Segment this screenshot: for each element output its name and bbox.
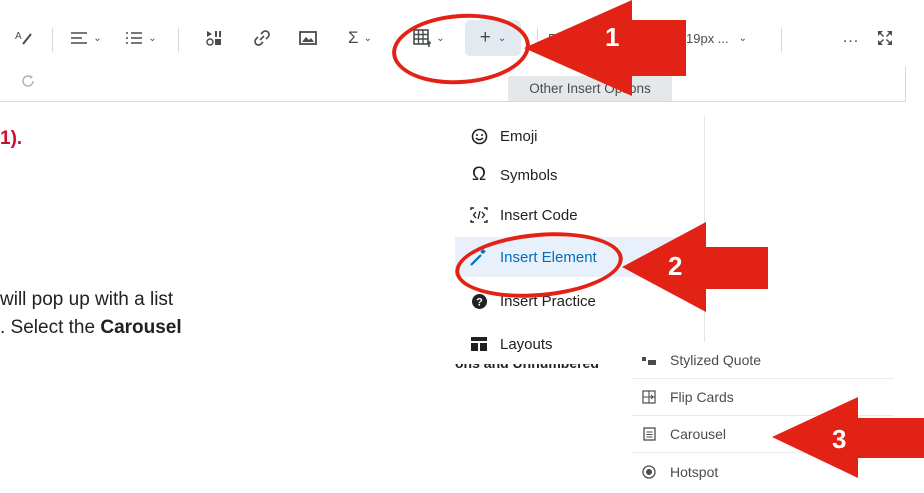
annotation-arrow-3 [772, 397, 924, 478]
annotation-arrow-2 [622, 222, 768, 312]
annotation-arrows [524, 0, 924, 478]
annotation-badge-1: 1 [605, 22, 619, 53]
annotation-badge-2: 2 [668, 251, 682, 282]
badge-2-text: 2 [668, 251, 683, 281]
badge-1-text: 1 [605, 22, 620, 52]
annotation-badge-3: 3 [832, 424, 846, 455]
badge-3-text: 3 [832, 424, 847, 454]
